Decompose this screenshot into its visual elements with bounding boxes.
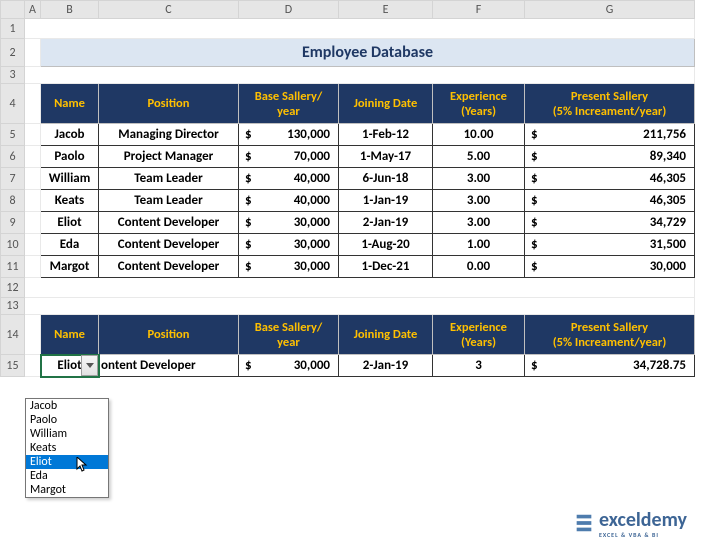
cell-position[interactable]: Managing Director <box>99 124 239 146</box>
page-title: Employee Database <box>41 39 695 67</box>
dropdown-button[interactable] <box>81 355 98 376</box>
dropdown-option[interactable]: Eda <box>26 469 108 483</box>
header-name[interactable]: Name <box>41 84 99 124</box>
header-position[interactable]: Position <box>99 84 239 124</box>
cell-base[interactable]: $130,000 <box>239 124 339 146</box>
dropdown-list[interactable]: Jacob Paolo William Keats Eliot Eda Marg… <box>25 398 109 498</box>
cell-join[interactable]: 1-Feb-12 <box>339 124 433 146</box>
table-row: 10 Eda Content Developer $30,000 1-Aug-2… <box>1 234 695 256</box>
dropdown-option[interactable]: Margot <box>26 483 108 497</box>
row-header[interactable]: 2 <box>1 39 25 67</box>
header-exp[interactable]: Experience (Years) <box>433 84 525 124</box>
lookup-row: 15 Eliot ontent Developer $30,000 2-Jan-… <box>1 355 695 377</box>
dropdown-option-selected[interactable]: Eliot <box>26 455 108 469</box>
cursor-icon <box>76 457 90 473</box>
table-row: 9 Eliot Content Developer $30,000 2-Jan-… <box>1 212 695 234</box>
dropdown-option[interactable]: Jacob <box>26 399 108 413</box>
header-join[interactable]: Joining Date <box>339 84 433 124</box>
header-present[interactable]: Present Sallery (5% Increament/year) <box>525 84 695 124</box>
lookup-name-cell[interactable]: Eliot <box>41 355 99 377</box>
row-header[interactable]: 4 <box>1 84 25 124</box>
table-row: 11 Margot Content Developer $30,000 1-De… <box>1 256 695 278</box>
cell-present[interactable]: $211,756 <box>525 124 695 146</box>
table-row: 5 Jacob Managing Director $130,000 1-Feb… <box>1 124 695 146</box>
table-row: 6 Paolo Project Manager $70,000 1-May-17… <box>1 146 695 168</box>
cell-name[interactable]: Jacob <box>41 124 99 146</box>
row-header[interactable]: 3 <box>1 67 25 84</box>
watermark: exceldemy EXCEL & VBA & BI <box>573 508 687 538</box>
table-row: 8 Keats Team Leader $40,000 1-Jan-19 3.0… <box>1 190 695 212</box>
dropdown-option[interactable]: William <box>26 427 108 441</box>
row-header[interactable]: 1 <box>1 19 25 39</box>
dropdown-option[interactable]: Paolo <box>26 413 108 427</box>
header-base[interactable]: Base Sallery/ year <box>239 84 339 124</box>
column-headers[interactable]: ABC DEF G <box>1 1 695 19</box>
dropdown-option[interactable]: Keats <box>26 441 108 455</box>
cell-exp[interactable]: 10.00 <box>433 124 525 146</box>
spreadsheet: ABC DEF G 1 2 Employee Database 3 4 Name… <box>0 0 695 377</box>
table-row: 7 William Team Leader $40,000 6-Jun-18 3… <box>1 168 695 190</box>
